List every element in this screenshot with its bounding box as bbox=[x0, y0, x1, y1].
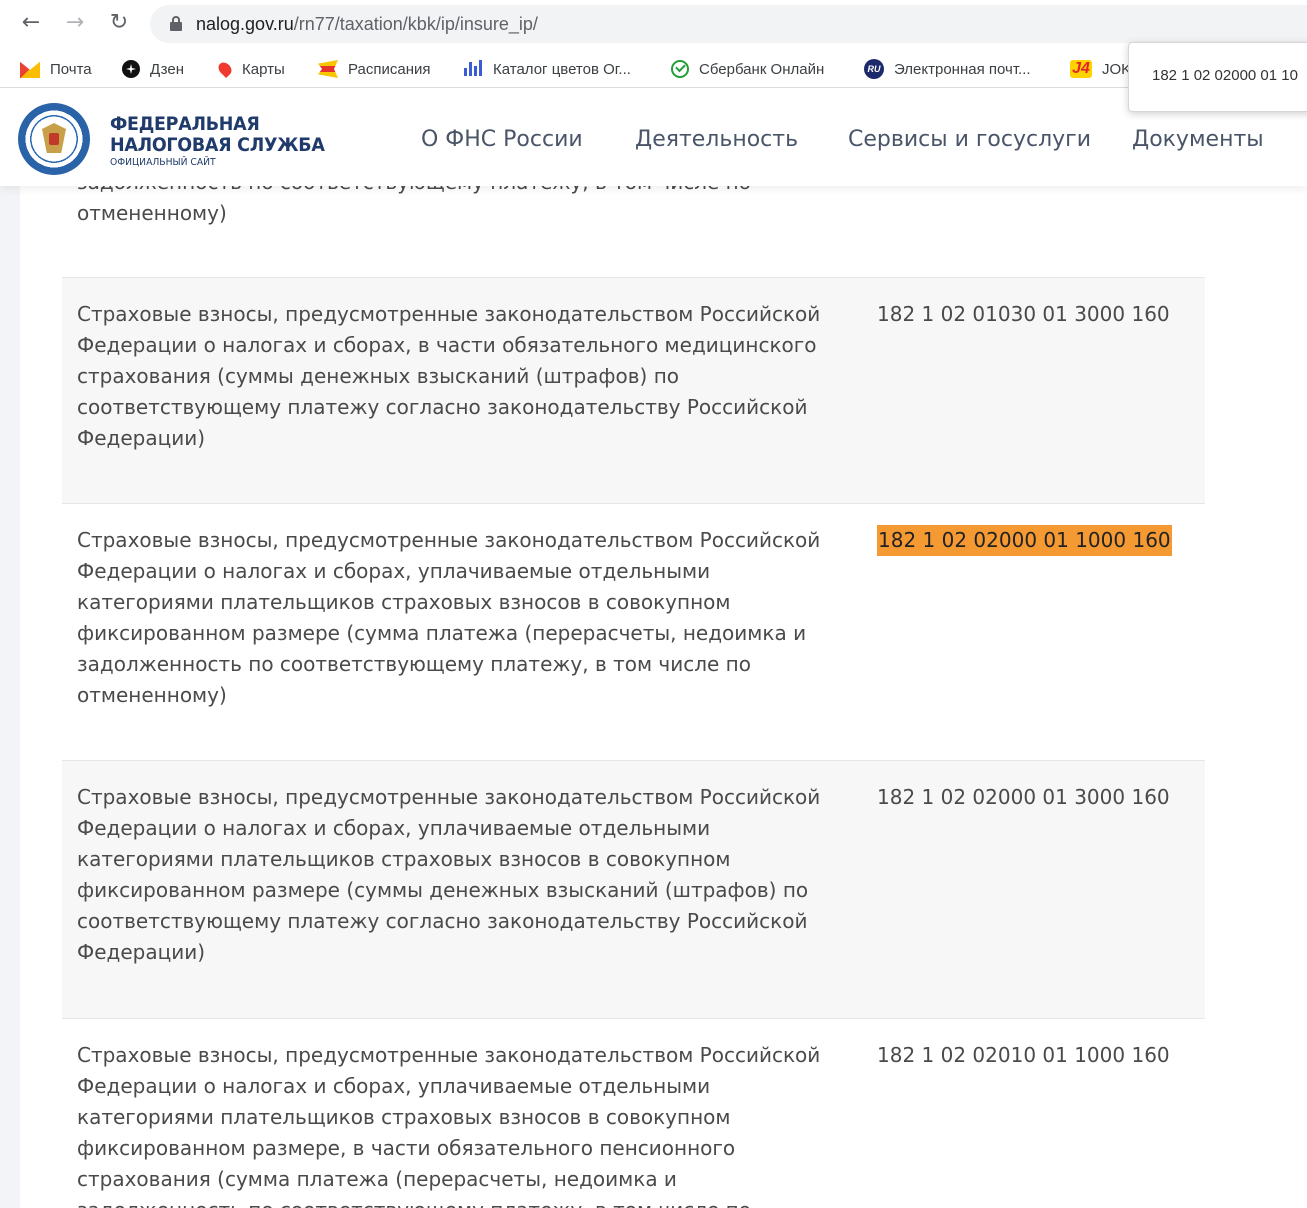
kbk-description: Страховые взносы, предусмотренные законо… bbox=[77, 1043, 821, 1208]
dzen-icon bbox=[122, 60, 140, 78]
bookmark-elektronnaya-pochta[interactable]: RU Электронная почт... bbox=[864, 58, 1031, 80]
back-arrow-icon[interactable]: ← bbox=[16, 8, 46, 38]
table-row: Страховые взносы, предусмотренные законо… bbox=[62, 761, 1205, 1019]
bookmark-pochta[interactable]: Почта bbox=[20, 58, 92, 80]
schedule-icon bbox=[318, 60, 338, 78]
lock-icon[interactable] bbox=[170, 16, 182, 31]
kbk-code-highlighted: 182 1 02 02000 01 1000 160 bbox=[877, 525, 1172, 556]
menu-item-documents[interactable]: Документы bbox=[1132, 127, 1264, 152]
menu-item-about[interactable]: О ФНС России bbox=[421, 127, 583, 152]
kbk-description: Страховые взносы, предусмотренные законо… bbox=[77, 528, 821, 707]
browser-toolbar: ← → ↻ nalog.gov.ru/rn77/taxation/kbk/ip/… bbox=[0, 0, 1307, 50]
sberbank-icon bbox=[671, 60, 689, 78]
ru-mail-icon: RU bbox=[864, 59, 884, 79]
table-row: Страховые взносы, предусмотренные законо… bbox=[62, 278, 1205, 504]
bookmark-sberbank[interactable]: Сбербанк Онлайн bbox=[671, 58, 824, 80]
menu-item-services[interactable]: Сервисы и госуслуги bbox=[848, 127, 1091, 152]
kbk-code: 182 1 02 02000 01 3000 160 bbox=[877, 785, 1170, 809]
kbk-code: 182 1 02 01030 01 3000 160 bbox=[877, 302, 1170, 326]
forward-arrow-icon[interactable]: → bbox=[60, 8, 90, 38]
j4-icon: J4 bbox=[1070, 60, 1092, 78]
menu-item-activity[interactable]: Деятельность bbox=[635, 127, 798, 152]
reload-icon[interactable]: ↻ bbox=[104, 8, 134, 38]
bookmark-katalog[interactable]: Каталог цветов Ог... bbox=[463, 58, 631, 80]
selection-tooltip: 182 1 02 02000 01 10 bbox=[1128, 42, 1307, 112]
fns-emblem-icon[interactable] bbox=[18, 103, 90, 175]
table-row: Страховые взносы, предусмотренные законо… bbox=[62, 1019, 1205, 1208]
mail-icon bbox=[20, 61, 40, 78]
bookmark-karty[interactable]: Карты bbox=[215, 58, 285, 80]
bars-icon bbox=[463, 60, 483, 78]
bookmarks-bar: Почта Дзен Карты Расписания Каталог цвет… bbox=[0, 50, 1307, 88]
map-pin-icon bbox=[215, 59, 235, 79]
address-bar[interactable]: nalog.gov.ru/rn77/taxation/kbk/ip/insure… bbox=[150, 5, 1307, 43]
kbk-description: Страховые взносы, предусмотренные законо… bbox=[77, 302, 821, 450]
url-text[interactable]: nalog.gov.ru/rn77/taxation/kbk/ip/insure… bbox=[196, 14, 538, 35]
bookmark-dzen[interactable]: Дзен bbox=[122, 58, 184, 80]
bookmark-raspisaniya[interactable]: Расписания bbox=[318, 58, 430, 80]
kbk-description: Страховые взносы, предусмотренные законо… bbox=[77, 785, 821, 964]
kbk-code: 182 1 02 02010 01 1000 160 bbox=[877, 1043, 1170, 1067]
site-brand[interactable]: ФЕДЕРАЛЬНАЯ НАЛОГОВАЯ СЛУЖБА ОФИЦИАЛЬНЫЙ… bbox=[110, 114, 343, 169]
site-header: ФЕДЕРАЛЬНАЯ НАЛОГОВАЯ СЛУЖБА ОФИЦИАЛЬНЫЙ… bbox=[0, 89, 1307, 186]
bookmark-jok[interactable]: J4 JOK bbox=[1070, 58, 1131, 80]
table-row: Страховые взносы, предусмотренные законо… bbox=[62, 504, 1205, 761]
